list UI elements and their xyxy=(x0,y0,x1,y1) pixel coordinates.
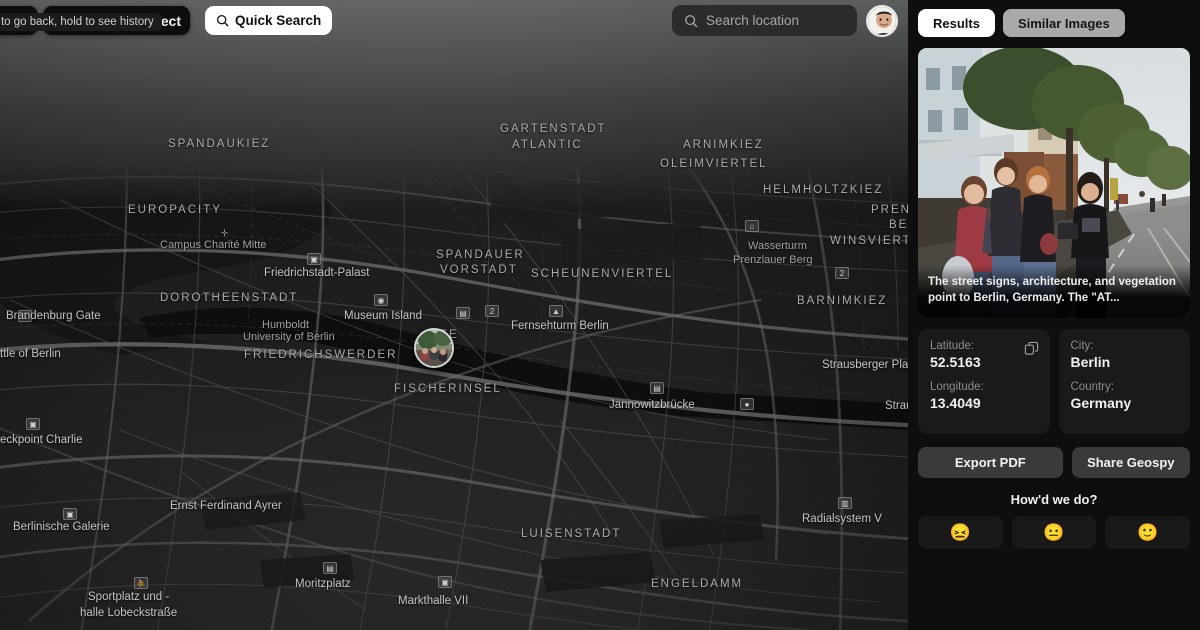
transit-icon[interactable]: 2 xyxy=(485,305,499,317)
plaza-icon: ● xyxy=(740,398,754,410)
coordinates-card: Latitude: 52.5163 Longitude: 13.4049 xyxy=(918,329,1050,434)
train-station-icon[interactable]: ▤ xyxy=(650,382,664,394)
place-card: City: Berlin Country: Germany xyxy=(1058,329,1190,434)
photo-caption: The street signs, architecture, and vege… xyxy=(918,265,1190,318)
copy-icon[interactable] xyxy=(1024,341,1039,356)
quick-search-label: Quick Search xyxy=(235,13,322,28)
location-info-grid: Latitude: 52.5163 Longitude: 13.4049 Cit… xyxy=(918,329,1190,434)
photo-location-marker[interactable] xyxy=(414,328,454,368)
country-label: Country: xyxy=(1070,381,1114,393)
longitude-value: 13.4049 xyxy=(930,395,981,411)
gallery-icon: ▣ xyxy=(63,508,77,520)
theatre-icon: ▣ xyxy=(307,253,321,265)
map-roads-layer xyxy=(0,0,908,630)
latitude-value: 52.5163 xyxy=(930,354,981,370)
tower-icon: ▲ xyxy=(549,305,563,317)
tab-similar-images-label: Similar Images xyxy=(1017,15,1110,31)
share-geospy-button[interactable]: Share Geospy xyxy=(1071,447,1190,478)
emoji-positive-button[interactable]: 🙂 xyxy=(1105,516,1191,549)
tab-results-label: Results xyxy=(933,15,980,31)
city-label: City: xyxy=(1070,340,1094,352)
longitude-label: Longitude: xyxy=(930,381,984,393)
result-photo-card[interactable]: The street signs, architecture, and vege… xyxy=(918,48,1190,318)
watertower-icon: ⌂ xyxy=(745,220,759,232)
landmark-icon: ▤ xyxy=(456,307,470,319)
panel-actions: Export PDF Share Geospy xyxy=(918,447,1190,478)
export-pdf-button[interactable]: Export PDF xyxy=(918,447,1063,478)
back-button-tooltip: k to go back, hold to see history xyxy=(0,13,162,31)
user-avatar[interactable] xyxy=(866,5,898,37)
feedback-options: 😖 😐 🙂 xyxy=(918,516,1191,549)
museum-icon: ◉ xyxy=(374,294,388,306)
station-icon[interactable]: ▤ xyxy=(323,562,337,574)
map-canvas[interactable]: ✛ ▣ ◉ ▤ ▲ ▤ 2 2 ⌶ ▣ ▣ ⛹ ▤ ▣ ▥ ⌂ ● SPANDA… xyxy=(0,0,908,630)
gate-icon: ⌶ xyxy=(18,310,32,322)
latitude-label: Latitude: xyxy=(930,340,975,352)
tab-results[interactable]: Results xyxy=(918,9,995,37)
hospital-icon: ✛ xyxy=(220,228,229,238)
geospy-app: ✛ ▣ ◉ ▤ ▲ ▤ 2 2 ⌶ ▣ ▣ ⛹ ▤ ▣ ▥ ⌂ ● SPANDA… xyxy=(0,0,1200,630)
tab-similar-images[interactable]: Similar Images xyxy=(1002,9,1125,37)
emoji-neutral-button[interactable]: 😐 xyxy=(1011,516,1097,549)
search-icon xyxy=(685,14,698,27)
country-value: Germany xyxy=(1070,395,1132,411)
map-topbar: Project k to go back, hold to see histor… xyxy=(0,0,908,42)
transit-icon[interactable]: 2 xyxy=(835,267,849,279)
camera-icon: ▣ xyxy=(438,576,452,588)
camera-icon: ▣ xyxy=(26,418,40,430)
panel-tabs: Results Similar Images xyxy=(908,0,1200,37)
emoji-negative-button[interactable]: 😖 xyxy=(918,516,1003,549)
sports-icon: ⛹ xyxy=(134,577,148,589)
venue-icon: ▥ xyxy=(838,497,852,509)
feedback-prompt: How'd we do? xyxy=(1010,492,1098,507)
search-location-input[interactable] xyxy=(706,13,846,28)
results-panel: Results Similar Images The street signs,… xyxy=(908,0,1200,630)
city-value: Berlin xyxy=(1070,354,1111,370)
search-icon xyxy=(216,14,229,27)
search-location-field[interactable] xyxy=(672,5,857,36)
quick-search-button[interactable]: Quick Search xyxy=(205,6,332,35)
